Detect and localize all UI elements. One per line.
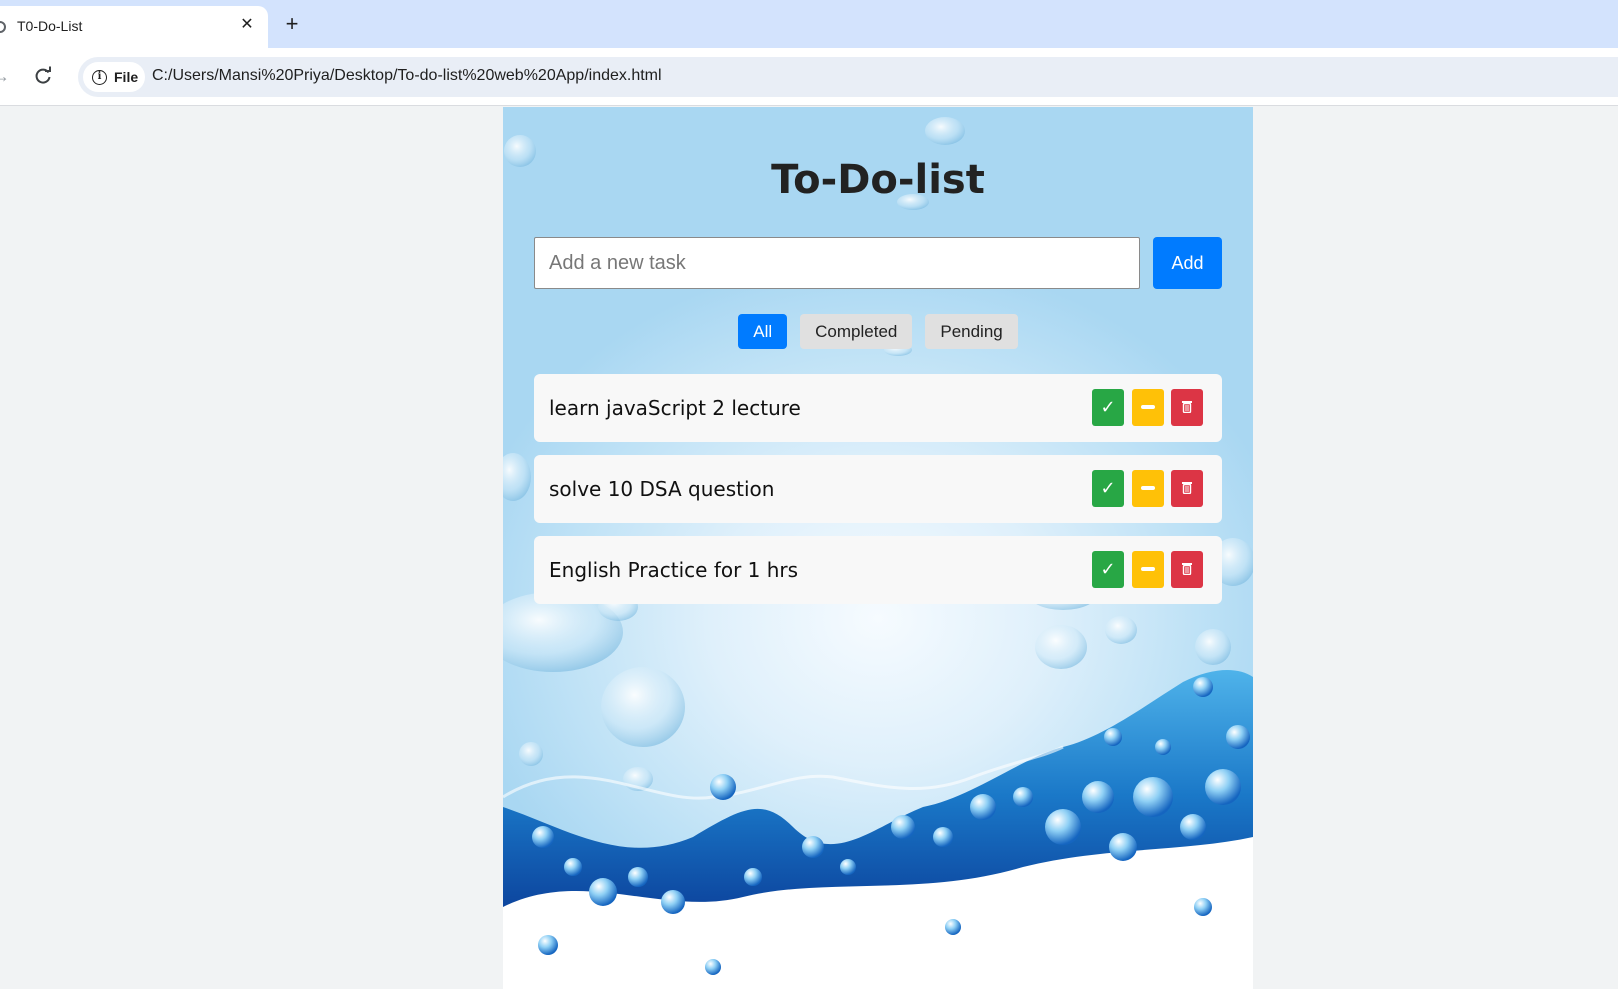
browser-tab[interactable]: T0-Do-List ✕ [0,6,268,48]
complete-task-button[interactable]: ✓ [1092,551,1124,588]
site-chip-label: File [114,69,139,85]
filter-completed-button[interactable]: Completed [800,314,913,349]
mark-pending-button[interactable] [1132,470,1164,507]
task-text: solve 10 DSA question [549,477,775,501]
page-viewport: To-Do-list Add All Completed Pending lea… [0,107,1618,989]
url-text[interactable]: C:/Users/Mansi%20Priya/Desktop/To-do-lis… [152,67,662,85]
new-task-input[interactable] [534,237,1140,289]
browser-toolbar: → i File C:/Users/Mansi%20Priya/Desktop/… [0,48,1618,106]
close-icon[interactable]: ✕ [237,15,257,35]
check-icon: ✓ [1100,397,1116,418]
minus-icon [1141,404,1155,409]
delete-task-button[interactable] [1171,389,1203,426]
minus-icon [1141,566,1155,571]
task-item: solve 10 DSA question ✓ [534,455,1222,523]
task-text: learn javaScript 2 lecture [549,396,801,420]
mark-pending-button[interactable] [1132,551,1164,588]
browser-tabstrip: T0-Do-List ✕ + [0,0,1618,48]
check-icon: ✓ [1100,478,1116,499]
todo-app: To-Do-list Add All Completed Pending lea… [503,107,1253,989]
task-item: learn javaScript 2 lecture ✓ [534,374,1222,442]
delete-task-button[interactable] [1171,551,1203,588]
page-title: To-Do-list [771,157,985,203]
check-icon: ✓ [1100,559,1116,580]
plus-icon[interactable]: + [280,12,304,36]
mark-pending-button[interactable] [1132,389,1164,426]
complete-task-button[interactable]: ✓ [1092,470,1124,507]
trash-icon [1182,563,1192,576]
trash-icon [1182,482,1192,495]
filter-all-button[interactable]: All [738,314,788,349]
add-task-button[interactable]: Add [1153,237,1222,289]
task-list: learn javaScript 2 lecture ✓ solve 10 DS… [534,374,1222,617]
task-text: English Practice for 1 hrs [549,558,799,582]
filter-bar: All Completed Pending [503,314,1253,349]
reload-icon[interactable] [32,65,54,87]
trash-icon [1182,401,1192,414]
info-icon: i [92,70,107,85]
delete-task-button[interactable] [1171,470,1203,507]
globe-icon [0,21,6,33]
minus-icon [1141,485,1155,490]
complete-task-button[interactable]: ✓ [1092,389,1124,426]
task-item: English Practice for 1 hrs ✓ [534,536,1222,604]
forward-icon[interactable]: → [0,66,12,86]
address-bar[interactable]: i File C:/Users/Mansi%20Priya/Desktop/To… [78,57,1618,97]
site-info-chip[interactable]: i File [83,62,145,92]
tab-title: T0-Do-List [17,18,83,34]
filter-pending-button[interactable]: Pending [925,314,1018,349]
